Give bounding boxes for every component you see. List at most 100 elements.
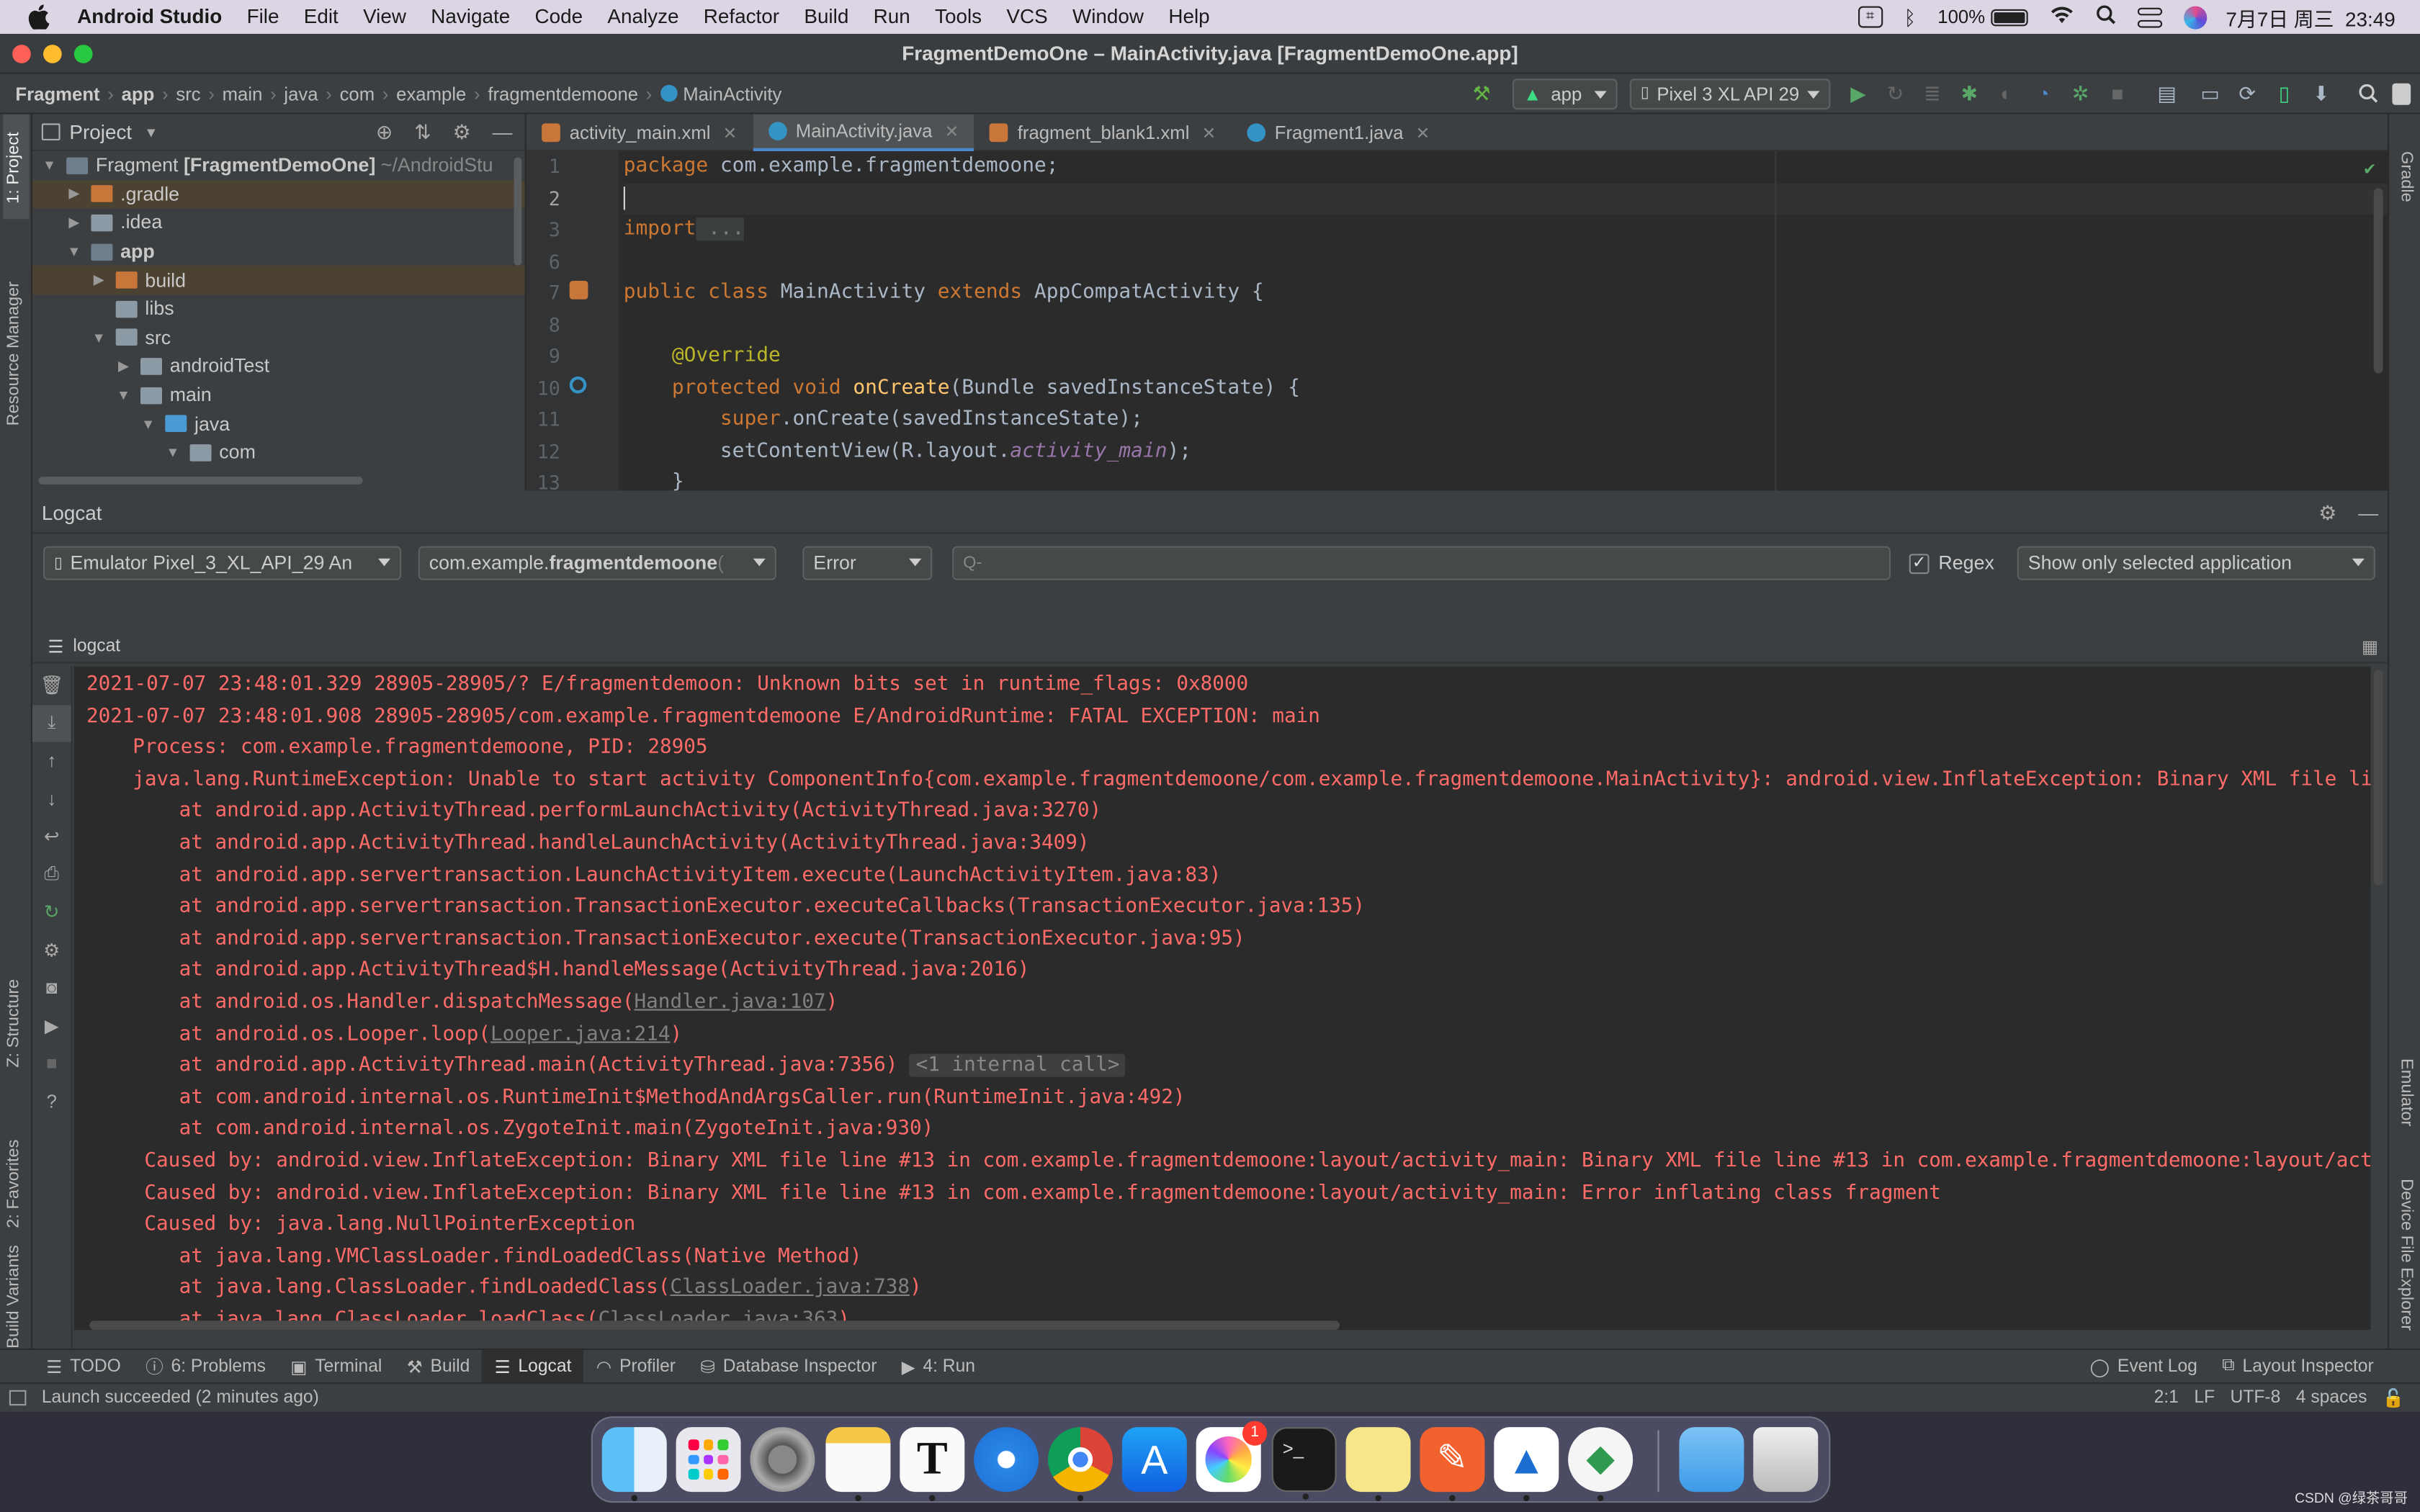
stop-icon[interactable]: ■ xyxy=(2105,81,2130,106)
breadcrumb-src[interactable]: src xyxy=(176,83,200,104)
avd-manager-icon[interactable]: ▭ xyxy=(2197,81,2222,106)
activity-gutter-icon[interactable] xyxy=(569,281,588,300)
system-preferences-icon[interactable] xyxy=(750,1427,815,1493)
android-sdk-icon[interactable]: ◆ xyxy=(1568,1427,1634,1501)
panel-toggle-icon[interactable] xyxy=(9,1390,27,1406)
device-manager-icon[interactable]: ▯ xyxy=(2272,81,2296,106)
tab-fragment1-java[interactable]: Fragment1.java ✕ xyxy=(1232,114,1446,151)
gradle-tool-tab[interactable]: Gradle xyxy=(2397,151,2416,202)
help-icon[interactable]: ? xyxy=(32,1082,71,1120)
video-camera-icon[interactable]: ▶ xyxy=(32,1007,71,1045)
scroll-to-end-icon[interactable]: ⤓ xyxy=(32,704,71,742)
breadcrumb-example[interactable]: example xyxy=(396,83,466,104)
horizontal-scrollbar[interactable] xyxy=(38,477,363,485)
override-method-icon[interactable] xyxy=(569,376,587,394)
menu-navigate[interactable]: Navigate xyxy=(418,0,522,34)
logcat-search-input[interactable]: Q- xyxy=(952,546,1891,580)
favorites-tool-tab[interactable]: 2: Favorites xyxy=(4,1140,23,1228)
project-panel-title[interactable]: Project xyxy=(69,120,132,143)
photos-icon[interactable]: 1 xyxy=(1196,1421,1268,1493)
source-link[interactable]: Handler.java:107 xyxy=(635,991,826,1014)
folded-imports[interactable]: ... xyxy=(696,217,744,241)
checkbox-checked-icon[interactable]: ✓ xyxy=(1909,553,1930,574)
tree-item-libs[interactable]: libs xyxy=(32,294,525,323)
menubar-clock[interactable]: 7月7日 周三 23:49 xyxy=(2226,2,2395,32)
internal-call-folding[interactable]: <1 internal call> xyxy=(910,1053,1126,1077)
apply-code-changes-icon[interactable]: ≣ xyxy=(1920,81,1945,106)
close-icon[interactable]: ✕ xyxy=(1202,122,1216,143)
run-tool-button[interactable]: ▶ 4: Run xyxy=(889,1349,988,1383)
downloads-folder-icon[interactable] xyxy=(1679,1427,1744,1493)
project-structure-icon[interactable]: ▤ xyxy=(2154,81,2179,106)
print-icon[interactable]: ⎙ xyxy=(32,855,71,894)
breadcrumb-java[interactable]: java xyxy=(284,83,318,104)
locate-file-icon[interactable]: ⊕ xyxy=(376,120,393,144)
sync-gradle-icon[interactable]: ⟳ xyxy=(2235,81,2259,106)
attach-debugger-icon[interactable]: ◐ xyxy=(1994,81,2019,106)
logcat-device-selector[interactable]: ▯ Emulator Pixel_3_XL_API_29 An xyxy=(43,546,402,580)
build-variants-tool-tab[interactable]: Build Variants xyxy=(4,1245,23,1349)
minimize-window-button[interactable] xyxy=(43,45,62,63)
battery-icon[interactable] xyxy=(1991,8,2029,26)
siri-icon[interactable] xyxy=(2184,5,2208,29)
tab-mainactivity-java[interactable]: MainActivity.java ✕ xyxy=(752,114,974,151)
tree-item-app[interactable]: ▼ app xyxy=(32,238,525,266)
menu-file[interactable]: File xyxy=(234,0,291,34)
profile-icon[interactable]: ◔ xyxy=(2031,81,2056,106)
hide-panel-icon[interactable]: — xyxy=(2358,500,2378,523)
event-log-tool-button[interactable]: ◯ Event Log xyxy=(2077,1349,2210,1383)
close-icon[interactable]: ✕ xyxy=(1416,122,1430,143)
apple-icon[interactable] xyxy=(28,4,50,31)
no-problems-check-icon[interactable]: ✔ xyxy=(2364,158,2375,179)
tree-item-src[interactable]: ▼ src xyxy=(32,323,525,352)
indent-setting[interactable]: 4 spaces xyxy=(2296,1389,2367,1408)
menu-help[interactable]: Help xyxy=(1156,0,1222,34)
menu-vcs[interactable]: VCS xyxy=(994,0,1060,34)
tree-item-root[interactable]: ▼ Fragment [FragmentDemoOne] ~/AndroidSt… xyxy=(32,151,525,180)
line-separator[interactable]: LF xyxy=(2194,1389,2215,1408)
notes-icon[interactable] xyxy=(825,1427,891,1501)
stop-icon[interactable]: ■ xyxy=(32,1045,71,1083)
menu-refactor[interactable]: Refactor xyxy=(691,0,792,34)
maximize-window-button[interactable] xyxy=(73,45,93,63)
up-arrow-icon[interactable]: ↑ xyxy=(32,742,71,780)
tree-item-gradle[interactable]: ▶ .gradle xyxy=(32,179,525,209)
logcat-output[interactable]: 2021-07-07 23:48:01.329 28905-28905/? E/… xyxy=(73,666,2371,1331)
hide-panel-icon[interactable]: — xyxy=(493,120,513,143)
menu-edit[interactable]: Edit xyxy=(292,0,351,34)
caret-position[interactable]: 2:1 xyxy=(2154,1389,2179,1408)
stickies-icon[interactable] xyxy=(1345,1427,1411,1501)
breadcrumb-project[interactable]: Fragment xyxy=(15,83,99,104)
logcat-process-selector[interactable]: com.example. fragmentdemoone ( xyxy=(418,546,776,580)
run-icon[interactable]: ▶ xyxy=(1846,81,1870,106)
close-icon[interactable]: ✕ xyxy=(723,122,738,143)
tab-activity-main-xml[interactable]: activity_main.xml ✕ xyxy=(526,114,753,151)
logcat-filter-selector[interactable]: Show only selected application xyxy=(2017,546,2375,580)
coverage-icon[interactable]: ✲ xyxy=(2068,81,2092,106)
close-window-button[interactable] xyxy=(12,45,31,63)
trash-icon[interactable]: 🗑 xyxy=(32,667,71,705)
status-message[interactable]: Launch succeeded (2 minutes ago) xyxy=(42,1389,319,1408)
code-area[interactable]: package com.example.fragmentdemoone; ​ i… xyxy=(623,151,2388,491)
device-file-explorer-tool-tab[interactable]: Device File Explorer xyxy=(2397,1179,2416,1331)
menu-run[interactable]: Run xyxy=(861,0,922,34)
breadcrumb-com[interactable]: com xyxy=(340,83,375,104)
app-store-icon[interactable]: A xyxy=(1121,1427,1187,1493)
menu-build[interactable]: Build xyxy=(792,0,861,34)
structure-tool-tab[interactable]: Z: Structure xyxy=(4,979,23,1068)
device-selector[interactable]: ▯ Pixel 3 XL API 29 xyxy=(1629,78,1831,109)
menu-tools[interactable]: Tools xyxy=(923,0,994,34)
control-center-icon[interactable] xyxy=(2138,6,2163,27)
account-icon[interactable] xyxy=(2392,82,2411,104)
breadcrumb-package[interactable]: fragmentdemoone xyxy=(488,83,638,104)
layout-inspector-tool-button[interactable]: ⧉ Layout Inspector xyxy=(2210,1349,2386,1383)
camera-icon[interactable]: ◙ xyxy=(32,969,71,1007)
tree-item-build[interactable]: ▶ build xyxy=(32,266,525,295)
spotlight-search-icon[interactable] xyxy=(2096,4,2116,29)
close-icon[interactable]: ✕ xyxy=(945,121,959,141)
resource-manager-tool-tab[interactable]: Resource Manager xyxy=(4,282,23,426)
hammer-build-icon[interactable]: ⚒ xyxy=(1469,81,1494,106)
bluetooth-icon[interactable]: ᛒ xyxy=(1904,6,1917,29)
typora-icon[interactable]: T xyxy=(900,1427,965,1501)
logcat-vertical-scrollbar[interactable] xyxy=(2373,670,2383,886)
